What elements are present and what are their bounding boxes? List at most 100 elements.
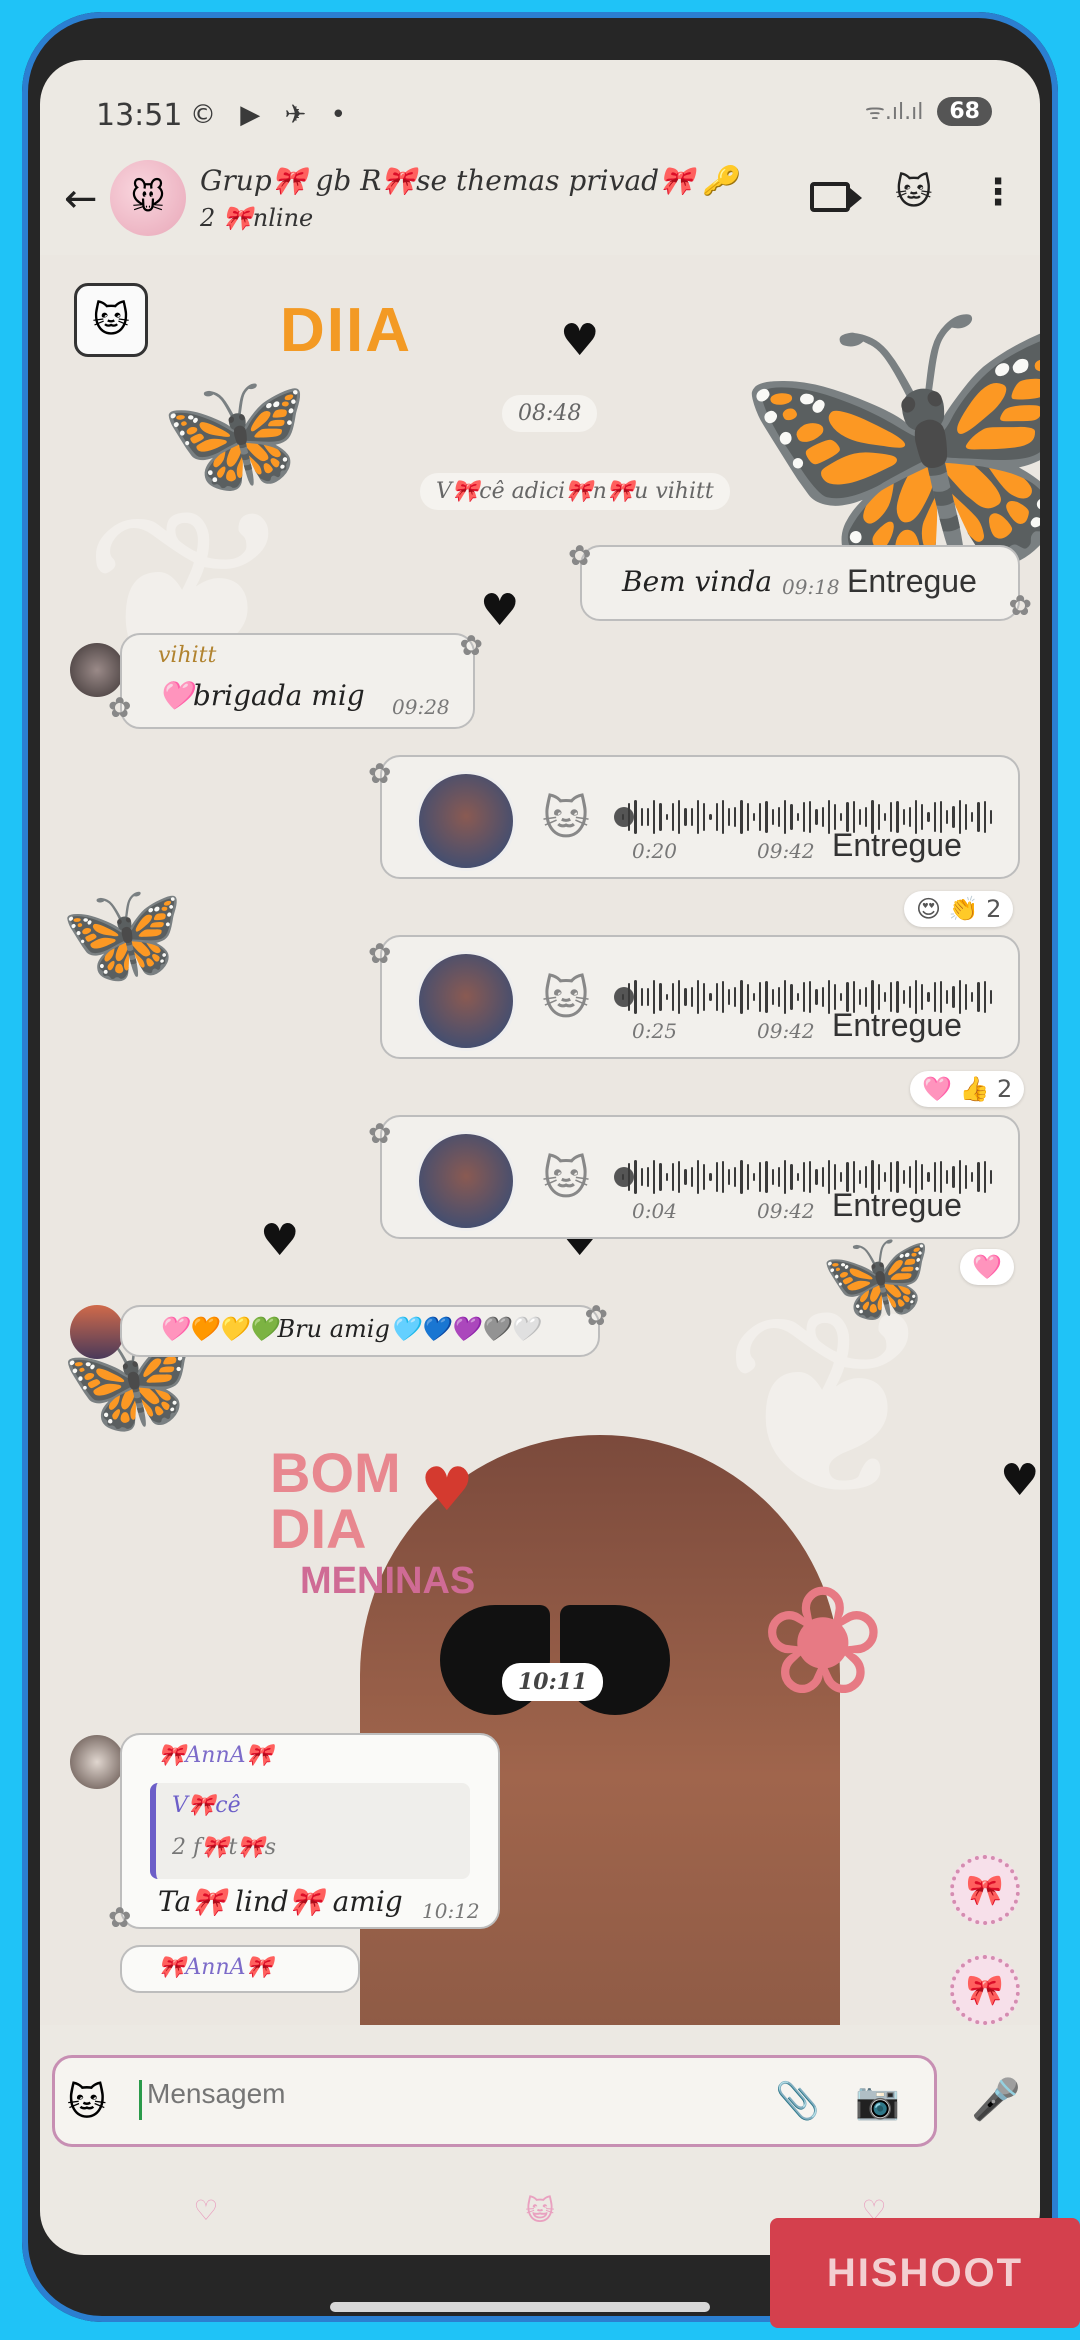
attach-icon[interactable]: 📎 — [775, 2080, 820, 2122]
reaction-badge[interactable]: 🩷 👍 2 — [910, 1071, 1025, 1107]
waveform-bar — [634, 980, 637, 1014]
waveform-bar — [646, 987, 650, 1007]
emoji-icon[interactable]: 🐱 — [67, 2080, 107, 2124]
waveform-bar — [671, 982, 675, 1012]
waveform-bar — [746, 803, 749, 831]
message-bubble-incoming[interactable]: 🩷🧡💛💚Bru amig🩵💙💜🩶🤍 ✿ — [120, 1299, 608, 1357]
home-indicator[interactable] — [330, 2302, 710, 2312]
message-time: 10:12 — [422, 1899, 480, 1923]
waveform-bar — [827, 800, 830, 834]
message-bubble-outgoing[interactable]: ✿ Bem vinda 09:18 Entregue ✿ — [568, 539, 1032, 622]
waveform-bar — [678, 980, 681, 1014]
waveform-bar — [983, 800, 986, 834]
voice-sender-avatar — [416, 771, 516, 871]
group-name[interactable]: Grup🎀 gb R🎀se themas privad🎀 🔑 — [200, 164, 738, 197]
waveform-bar — [659, 1163, 662, 1191]
quote-text: 2 f🎀t🎀s — [172, 1835, 277, 1860]
bow-cat-button[interactable]: 🎀 — [950, 1855, 1020, 1925]
waveform-bar — [752, 993, 756, 1001]
waveform-bar — [802, 982, 806, 1012]
waveform-bar — [634, 800, 637, 834]
sender-avatar[interactable] — [70, 643, 124, 697]
message-bubble-incoming[interactable]: 🎀AnnA🎀 V🎀cê 2 f🎀t🎀s Ta🎀 lind🎀 amig 10:12… — [108, 1733, 500, 1934]
waveform-bar — [690, 807, 693, 827]
video-call-icon[interactable] — [810, 182, 862, 212]
waveform-bar — [703, 1163, 706, 1191]
reaction-badge[interactable]: 🩷 — [960, 1249, 1014, 1285]
flower-icon: ✿ — [368, 937, 392, 970]
waveform-bar — [727, 988, 731, 1006]
waveform-bar — [796, 813, 799, 821]
sender-avatar[interactable] — [70, 1735, 124, 1789]
waveform-bar — [902, 1169, 905, 1185]
waveform-bar — [665, 993, 668, 1001]
waveform-bar — [671, 1162, 675, 1192]
message-time: 09:42 — [757, 1199, 815, 1223]
waveform-bar — [696, 1160, 700, 1194]
waveform-bar — [802, 1162, 806, 1192]
camera-icon[interactable]: 📷 — [855, 2080, 900, 2122]
waveform-bar — [765, 980, 768, 1014]
waveform-bar — [877, 984, 880, 1010]
more-options-icon[interactable]: ⋮ — [980, 172, 1016, 213]
message-bubble-incoming[interactable]: 🎀AnnA🎀 — [120, 1945, 360, 1993]
voice-message-bubble[interactable]: 🐱 0:04 09:42 Entregue ✿ — [368, 1115, 1020, 1239]
sender-avatar[interactable] — [70, 1305, 124, 1359]
waveform-bar — [833, 1164, 837, 1190]
voice-call-icon[interactable]: 🐱 — [895, 172, 933, 213]
waveform-bar — [640, 1168, 643, 1186]
waveform-bar — [771, 988, 774, 1006]
waveform-bar — [777, 807, 781, 827]
cat-sticker-icon: 🐱 — [542, 791, 590, 845]
chat-area[interactable]: ❦ ❦ 🦋 🦋 🦋 🦋 🦋 ♥ ♥ ♥ ♥ ♥ 🐱 DIIA 08:48 V🎀c… — [40, 255, 1040, 2025]
waveform-bar — [759, 802, 762, 832]
waveform-bar — [952, 1165, 955, 1189]
message-time: 09:18 — [782, 575, 840, 599]
voice-duration: 0:04 — [632, 1199, 677, 1223]
waveform-bar — [858, 989, 862, 1005]
waveform-bar — [921, 1164, 924, 1190]
waveform-bar — [989, 1170, 993, 1184]
reaction-badge[interactable]: 😍 👏 2 — [904, 891, 1014, 927]
waveform-bar — [796, 992, 799, 1002]
waveform-bar — [628, 1162, 631, 1192]
waveform-bar — [809, 980, 812, 1014]
delivery-status: Entregue — [832, 1187, 962, 1223]
waveform-bar — [865, 806, 868, 828]
message-bubble-incoming[interactable]: vihitt 🩷brigada mig 09:28 ✿ ✿ — [108, 629, 483, 729]
signal-icon: ᯤ.ıl.ıl — [864, 100, 924, 125]
mic-icon[interactable]: 🎤 — [960, 2063, 1032, 2135]
waveform-bar — [883, 1172, 887, 1182]
voice-duration: 0:20 — [632, 839, 677, 863]
waveform-bar — [971, 991, 974, 1003]
message-input[interactable] — [147, 2078, 647, 2110]
cat-sticker-icon: 🐱 — [74, 283, 148, 357]
voice-message-bubble[interactable]: 🐱 0:20 09:42 Entregue ✿ — [368, 755, 1020, 879]
waveform-bar — [709, 813, 712, 821]
waveform-bar — [815, 808, 818, 826]
waveform-bar — [977, 981, 980, 1013]
voice-sender-avatar — [416, 1131, 516, 1231]
waveform-bar — [640, 988, 643, 1006]
back-arrow-icon[interactable]: ← — [64, 176, 98, 222]
waveform-bar — [628, 982, 631, 1012]
screen: 13:51 © ▶ ✈ • ᯤ.ıl.ıl 68 ← 🐭 Grup🎀 gb R🎀… — [40, 60, 1040, 2255]
waveform-bar — [622, 1173, 625, 1181]
bow-cat-button[interactable]: 🎀 — [950, 1955, 1020, 2025]
waveform-bar — [734, 807, 737, 827]
waveform-bar — [727, 808, 731, 826]
group-avatar[interactable]: 🐭 — [110, 160, 186, 236]
quoted-message[interactable]: V🎀cê 2 f🎀t🎀s — [150, 1783, 470, 1879]
heart-icon: ♥ — [1000, 1455, 1040, 1506]
waveform-bar — [977, 801, 980, 833]
waveform-bar — [790, 983, 793, 1011]
waveform-bar — [703, 983, 706, 1011]
waveform-bar — [902, 989, 905, 1005]
message-text: 🩷🧡💛💚Bru amig🩵💙💜🩶🤍 — [158, 1315, 540, 1343]
waveform-bar — [665, 1173, 668, 1181]
voice-message-bubble[interactable]: 🐱 0:25 09:42 Entregue ✿ — [368, 935, 1020, 1059]
waveform-bar — [727, 1168, 731, 1186]
waveform-bar — [927, 992, 930, 1002]
waveform-bar — [622, 993, 625, 1001]
flower-icon: ✿ — [459, 629, 483, 662]
